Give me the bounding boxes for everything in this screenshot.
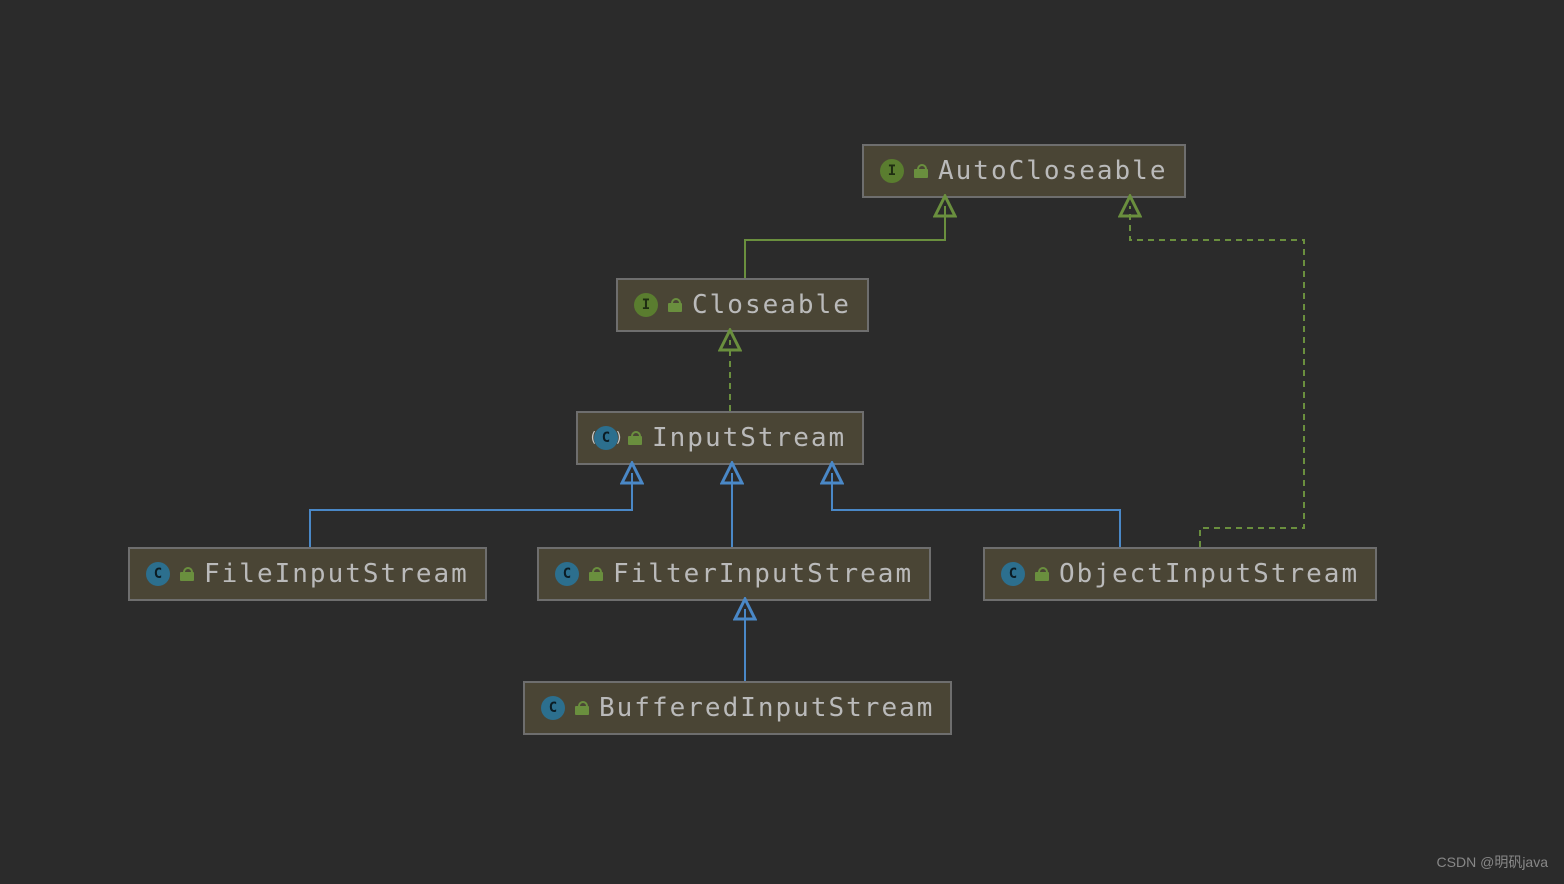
node-objectinputstream[interactable]: ObjectInputStream [983,547,1377,601]
edge-fileis-inputstream [310,473,632,547]
class-icon [146,562,170,586]
node-filterinputstream[interactable]: FilterInputStream [537,547,931,601]
node-label: FilterInputStream [613,559,913,589]
lock-icon [575,701,589,715]
node-label: FileInputStream [204,559,469,589]
class-icon [1001,562,1025,586]
edge-objectis-autocloseable [1130,206,1304,547]
node-label: BufferedInputStream [599,693,934,723]
node-bufferedinputstream[interactable]: BufferedInputStream [523,681,952,735]
node-label: ObjectInputStream [1059,559,1359,589]
lock-icon [628,431,642,445]
lock-icon [914,164,928,178]
node-label: AutoCloseable [938,156,1168,186]
node-label: Closeable [692,290,851,320]
node-fileinputstream[interactable]: FileInputStream [128,547,487,601]
watermark: CSDN @明矾java [1437,852,1548,872]
class-icon [555,562,579,586]
lock-icon [1035,567,1049,581]
edge-closeable-autocloseable [745,206,945,278]
lock-icon [180,567,194,581]
node-label: InputStream [652,423,846,453]
node-inputstream[interactable]: InputStream [576,411,864,465]
lock-icon [668,298,682,312]
interface-icon [634,293,658,317]
node-autocloseable[interactable]: AutoCloseable [862,144,1186,198]
edge-objectis-inputstream [832,473,1120,547]
class-icon [541,696,565,720]
interface-icon [880,159,904,183]
abstract-class-icon [594,426,618,450]
lock-icon [589,567,603,581]
node-closeable[interactable]: Closeable [616,278,869,332]
